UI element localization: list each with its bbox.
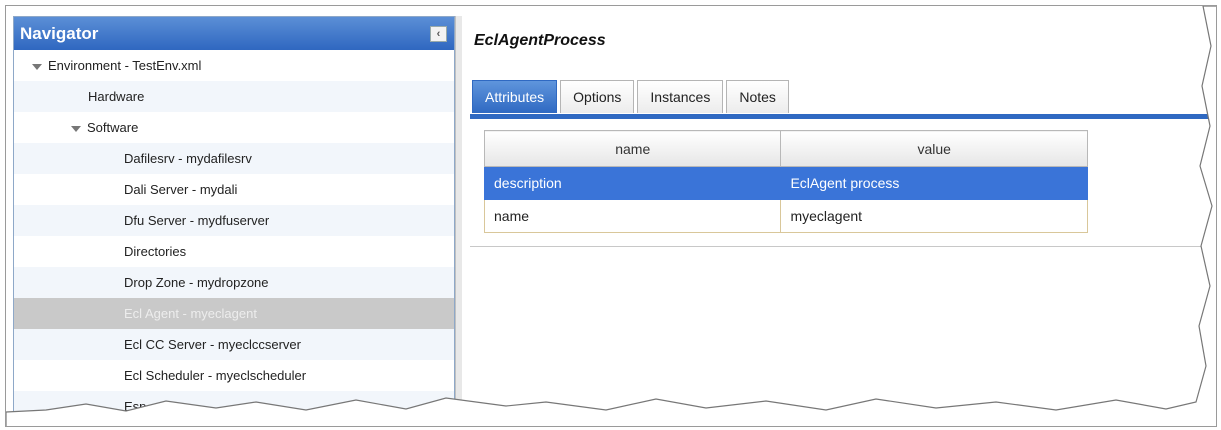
app-window: Navigator ‹ Environment - TestEnv.xml Har… — [5, 5, 1217, 427]
torn-edge-decoration — [6, 6, 1216, 426]
